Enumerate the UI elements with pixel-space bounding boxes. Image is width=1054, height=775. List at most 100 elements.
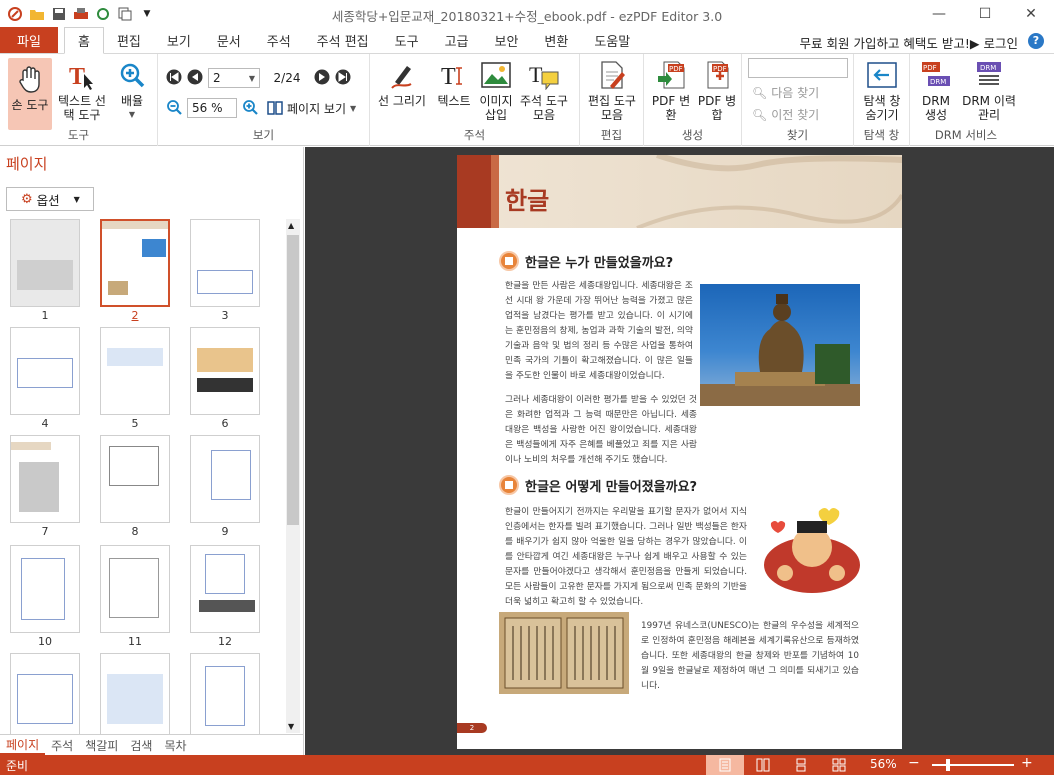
page-thumbnail-5[interactable] bbox=[100, 327, 170, 415]
save-icon[interactable] bbox=[50, 5, 68, 23]
find-prev-button[interactable]: 🔍︎ 이전 찾기 bbox=[752, 106, 819, 123]
panel-tab-bookmarks[interactable]: 책갈피 bbox=[79, 735, 124, 755]
zoom-out-button[interactable]: − bbox=[908, 755, 920, 771]
drm-history-button[interactable]: DRM DRM 이력 관리 bbox=[960, 58, 1018, 122]
next-page-icon[interactable] bbox=[314, 69, 330, 88]
two-page-view-icon[interactable] bbox=[744, 755, 782, 775]
pdf-merge-button[interactable]: PDF PDF 병합 bbox=[696, 58, 738, 122]
zoom-in-small-icon[interactable] bbox=[242, 99, 258, 118]
zoom-field[interactable]: 56 % bbox=[187, 98, 237, 118]
customize-dropdown-icon[interactable]: ▼ bbox=[138, 5, 156, 23]
two-page-continuous-view-icon[interactable] bbox=[820, 755, 858, 775]
text-annot-button[interactable]: T 텍스트 bbox=[432, 58, 476, 108]
tab-advanced[interactable]: 고급 bbox=[432, 27, 482, 53]
zoom-dropdown-icon[interactable]: ▼ bbox=[129, 108, 135, 122]
zoom-out-icon[interactable] bbox=[166, 99, 182, 118]
single-page-view-icon[interactable] bbox=[706, 755, 744, 775]
tab-convert[interactable]: 변환 bbox=[531, 27, 581, 53]
tab-tools[interactable]: 도구 bbox=[382, 27, 432, 53]
panel-tab-pages[interactable]: 페이지 bbox=[0, 735, 46, 755]
zoom-tool-button[interactable]: 배율 ▼ bbox=[112, 58, 152, 122]
insert-image-button[interactable]: 이미지 삽입 bbox=[476, 58, 516, 122]
paragraph-2: 그러나 세종대왕이 이러한 평가를 받을 수 있었던 것은 화려한 업적과 그 … bbox=[505, 395, 697, 465]
tab-annotation-edit[interactable]: 주석 편집 bbox=[304, 27, 382, 53]
document-viewer[interactable]: 한글 한글은 누가 만들었을까요? 한글을 만든 사람은 세종대왕입니다. 세종… bbox=[305, 147, 1054, 755]
maximize-button[interactable]: ☐ bbox=[962, 0, 1008, 28]
tab-annotation[interactable]: 주석 bbox=[254, 27, 304, 53]
page-number-label: 9 bbox=[221, 525, 229, 538]
status-text: 준비 bbox=[6, 759, 29, 773]
page-view-dropdown-icon[interactable]: ▼ bbox=[350, 104, 356, 113]
hide-nav-button[interactable]: 탐색 창 숨기기 bbox=[858, 58, 906, 122]
scrollbar-thumb[interactable] bbox=[287, 235, 299, 525]
file-menu[interactable]: 파일 bbox=[0, 27, 58, 53]
edit-tools-button[interactable]: 편집 도구 모음 bbox=[584, 58, 640, 122]
page-thumbnail-6[interactable] bbox=[190, 327, 260, 415]
zoom-slider[interactable] bbox=[932, 764, 1014, 766]
tab-document[interactable]: 문서 bbox=[204, 27, 254, 53]
page-thumbnail-3[interactable] bbox=[190, 219, 260, 307]
drm-create-button[interactable]: PDF DRM DRM 생성 bbox=[916, 58, 956, 122]
gear-icon: ⚙ bbox=[21, 191, 33, 207]
options-button[interactable]: ⚙ 옵션 ▼ bbox=[6, 187, 94, 211]
pdf-convert-button[interactable]: PDF PDF 변환 bbox=[650, 58, 692, 122]
ribbon-group-find: 🔍︎ 다음 찾기 🔍︎ 이전 찾기 찾기 bbox=[742, 54, 854, 146]
prev-page-icon[interactable] bbox=[187, 69, 203, 88]
annot-tools-button[interactable]: T 주석 도구 모음 bbox=[516, 58, 572, 122]
tab-home[interactable]: 홈 bbox=[64, 27, 104, 54]
zoom-in-button[interactable]: + bbox=[1021, 755, 1033, 771]
page-thumbnail-2[interactable] bbox=[100, 219, 170, 307]
scroll-down-icon[interactable]: ▼ bbox=[288, 722, 294, 731]
find-next-button[interactable]: 🔍︎ 다음 찾기 bbox=[752, 84, 819, 101]
tab-help[interactable]: 도움말 bbox=[581, 27, 643, 53]
panel-tab-annotations[interactable]: 주석 bbox=[45, 735, 79, 755]
thumbnail-list[interactable]: 1 2 3 4 5 6 7 8 9 10 11 12 bbox=[0, 217, 284, 735]
page-thumbnail-15[interactable] bbox=[190, 653, 260, 735]
scroll-up-icon[interactable]: ▲ bbox=[288, 221, 294, 230]
search-input[interactable] bbox=[748, 58, 848, 78]
find-prev-label: 이전 찾기 bbox=[771, 108, 820, 122]
promo-login-link[interactable]: 무료 회원 가입하고 혜택도 받고!▶ 로그인 bbox=[800, 33, 1019, 52]
copy-icon[interactable] bbox=[116, 5, 134, 23]
page-view-label: 페이지 보기 bbox=[287, 101, 347, 116]
svg-text:PDF: PDF bbox=[713, 65, 727, 73]
find-group-label: 찾기 bbox=[786, 128, 809, 142]
page-view-button[interactable]: 페이지 보기 ▼ bbox=[267, 100, 356, 117]
refresh-icon[interactable] bbox=[94, 5, 112, 23]
page-thumbnail-12[interactable] bbox=[190, 545, 260, 633]
page-thumbnail-8[interactable] bbox=[100, 435, 170, 523]
page-thumbnail-9[interactable] bbox=[190, 435, 260, 523]
page-thumbnail-13[interactable] bbox=[10, 653, 80, 735]
page-thumbnail-4[interactable] bbox=[10, 327, 80, 415]
print-icon[interactable] bbox=[72, 5, 90, 23]
panel-tab-search[interactable]: 검색 bbox=[124, 735, 158, 755]
annotation-group-label: 주석 bbox=[463, 128, 486, 142]
page-thumbnail-14[interactable] bbox=[100, 653, 170, 735]
open-folder-icon[interactable] bbox=[28, 5, 46, 23]
help-icon[interactable]: ? bbox=[1028, 33, 1044, 49]
page-thumbnail-1[interactable] bbox=[10, 219, 80, 307]
page-thumbnail-11[interactable] bbox=[100, 545, 170, 633]
thumbnail-scrollbar[interactable]: ▲ ▼ bbox=[286, 219, 300, 733]
continuous-view-icon[interactable] bbox=[782, 755, 820, 775]
tab-security[interactable]: 보안 bbox=[481, 27, 531, 53]
page-thumbnail-10[interactable] bbox=[10, 545, 80, 633]
minimize-button[interactable]: — bbox=[916, 0, 962, 28]
page-thumbnail-7[interactable] bbox=[10, 435, 80, 523]
zoom-slider-handle[interactable] bbox=[946, 759, 950, 771]
draw-line-button[interactable]: 선 그리기 bbox=[376, 58, 428, 108]
last-page-icon[interactable] bbox=[335, 69, 351, 88]
app-logo-icon bbox=[6, 5, 24, 23]
drm-create-icon: PDF DRM bbox=[919, 58, 953, 92]
tab-edit[interactable]: 편집 bbox=[104, 27, 154, 53]
svg-text:T: T bbox=[529, 62, 543, 87]
tab-view[interactable]: 보기 bbox=[154, 27, 204, 53]
close-button[interactable]: ✕ bbox=[1008, 0, 1054, 28]
paragraph-4: 1997년 유네스코(UNESCO)는 한글의 우수성을 세계적으로 인정하여 … bbox=[641, 621, 859, 691]
text-select-tool-button[interactable]: T 텍스트 선택 도구 bbox=[54, 58, 110, 122]
page-number-field[interactable]: 2 ▼ bbox=[208, 68, 260, 88]
hand-tool-button[interactable]: 손 도구 bbox=[8, 58, 52, 130]
first-page-icon[interactable] bbox=[166, 69, 182, 88]
page-dropdown-icon[interactable]: ▼ bbox=[249, 74, 255, 83]
panel-tab-toc[interactable]: 목차 bbox=[158, 735, 192, 755]
